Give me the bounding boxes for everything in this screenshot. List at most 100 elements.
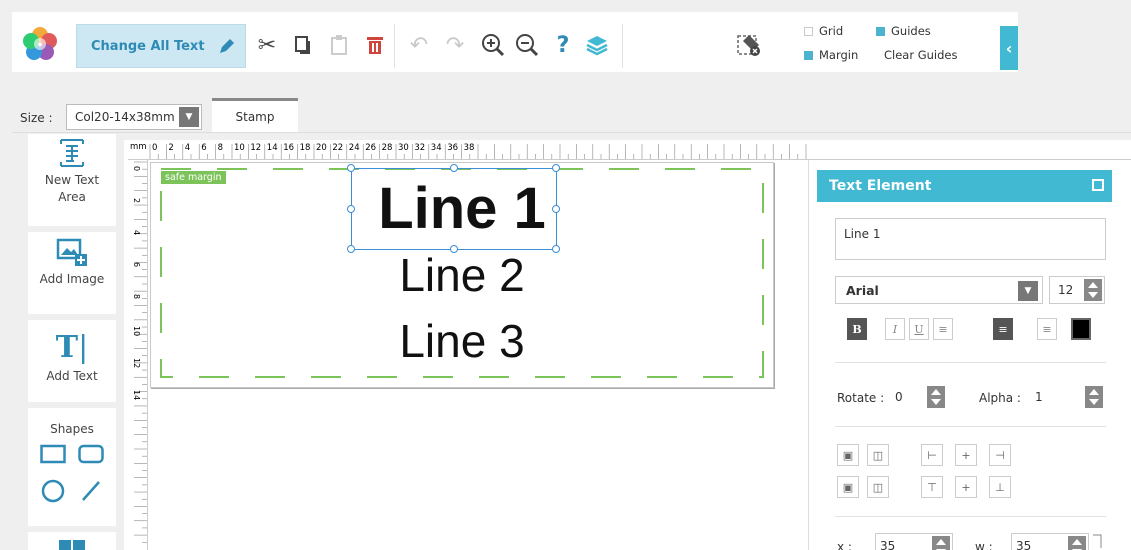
resize-handle-e[interactable] bbox=[552, 205, 560, 213]
zoom-in-icon[interactable] bbox=[478, 30, 508, 60]
text-element-header: Text Element bbox=[817, 170, 1112, 202]
resize-handle-n[interactable] bbox=[450, 164, 458, 172]
grid-checkbox[interactable] bbox=[804, 26, 813, 36]
resize-handle-ne[interactable] bbox=[552, 164, 560, 172]
shapes-label: Shapes bbox=[50, 422, 94, 436]
align-vertical-center-icon[interactable]: + bbox=[955, 476, 977, 498]
text-color-swatch[interactable] bbox=[1071, 318, 1091, 340]
rotate-value: 0 bbox=[895, 390, 903, 404]
w-field[interactable]: 35 bbox=[1011, 533, 1089, 550]
redo-icon[interactable]: ↷ bbox=[440, 30, 470, 60]
ruler-tick-label: 18 bbox=[300, 143, 311, 153]
layers-icon[interactable] bbox=[582, 30, 612, 60]
panel-title: Text Element bbox=[829, 178, 932, 194]
ruler-tick-label: 2 bbox=[168, 143, 173, 153]
align-right-button[interactable]: ≡ bbox=[1037, 318, 1057, 340]
add-text-button[interactable]: T| Add Text bbox=[28, 320, 116, 402]
x-spinner-icon[interactable] bbox=[932, 536, 950, 550]
w-label: w : bbox=[975, 540, 993, 550]
ruler-tick-label: 6 bbox=[201, 143, 206, 153]
dock-panel-icon[interactable] bbox=[1092, 179, 1104, 191]
margin-checkbox[interactable] bbox=[804, 50, 813, 60]
resize-handle-sw[interactable] bbox=[347, 245, 355, 253]
align-top-edge-icon[interactable]: ⊤ bbox=[921, 476, 943, 498]
ruler-tick-label: 38 bbox=[464, 143, 475, 153]
margin-toggle[interactable]: Margin bbox=[804, 48, 858, 62]
change-all-text-button[interactable]: Change All Text bbox=[76, 24, 246, 68]
stamp-line-2[interactable]: Line 2 bbox=[151, 247, 773, 303]
ruler-tick-label: 24 bbox=[349, 143, 360, 153]
clear-format-icon[interactable] bbox=[734, 30, 764, 60]
delete-icon[interactable] bbox=[360, 30, 390, 60]
resize-handle-s[interactable] bbox=[450, 245, 458, 253]
selection-box[interactable] bbox=[347, 164, 560, 253]
w-spinner-icon[interactable] bbox=[1068, 536, 1086, 550]
rotate-field[interactable]: 0 bbox=[891, 384, 951, 410]
new-text-area-label: New Text Area bbox=[44, 173, 100, 204]
chevron-down-icon: ▼ bbox=[1018, 281, 1038, 301]
align-left-edge-icon[interactable]: ⊢ bbox=[921, 444, 943, 466]
x-value: 35 bbox=[880, 539, 896, 550]
ruler-tick-label: 4 bbox=[132, 230, 141, 235]
ruler-tick-label: 10 bbox=[132, 326, 141, 336]
undo-icon[interactable]: ↶ bbox=[404, 30, 434, 60]
rectangle-shape-icon[interactable] bbox=[40, 444, 66, 464]
send-backward-icon[interactable]: ◫ bbox=[867, 444, 889, 466]
stamp-canvas[interactable]: safe margin Line 1 Line 2 Line 3 bbox=[150, 162, 774, 388]
guides-checkbox[interactable] bbox=[876, 26, 885, 36]
pencil-icon bbox=[219, 39, 234, 53]
align-left-button[interactable]: ≡ bbox=[933, 318, 953, 340]
add-image-label: Add Image bbox=[39, 272, 105, 286]
line-shape-icon[interactable] bbox=[78, 478, 104, 504]
help-icon[interactable]: ? bbox=[548, 30, 578, 60]
ruler-tick-label: 30 bbox=[398, 143, 409, 153]
tab-stamp[interactable]: Stamp bbox=[212, 98, 298, 132]
paste-icon[interactable] bbox=[324, 30, 354, 60]
grid-toggle[interactable]: Grid bbox=[804, 24, 843, 38]
align-left-icon: ≡ bbox=[938, 322, 948, 336]
lock-ratio-icon[interactable] bbox=[1093, 534, 1103, 548]
stamp-line-3[interactable]: Line 3 bbox=[151, 313, 773, 369]
add-image-button[interactable]: Add Image bbox=[28, 232, 116, 314]
bring-forward-icon[interactable]: ▣ bbox=[837, 444, 859, 466]
chevron-down-icon: ▼ bbox=[179, 107, 199, 127]
zoom-out-icon[interactable] bbox=[512, 30, 542, 60]
circle-shape-icon[interactable] bbox=[40, 478, 66, 504]
align-center-button[interactable]: ≡ bbox=[993, 318, 1013, 340]
alpha-label: Alpha : bbox=[979, 391, 1021, 405]
align-center-icon: ≡ bbox=[998, 322, 1008, 336]
resize-handle-w[interactable] bbox=[347, 205, 355, 213]
font-size-stepper[interactable]: 12 bbox=[1049, 276, 1105, 304]
new-text-area-button[interactable]: New Text Area bbox=[28, 134, 116, 226]
send-to-back-icon[interactable]: ◫ bbox=[867, 476, 889, 498]
resize-handle-nw[interactable] bbox=[347, 164, 355, 172]
bold-button[interactable]: B bbox=[847, 318, 867, 340]
italic-button[interactable]: I bbox=[885, 318, 905, 340]
align-bottom-edge-icon[interactable]: ⊥ bbox=[989, 476, 1011, 498]
x-field[interactable]: 35 bbox=[875, 533, 953, 550]
ruler-tick-label: 6 bbox=[132, 262, 141, 267]
underline-button[interactable]: U bbox=[909, 318, 929, 340]
guides-toggle[interactable]: Guides bbox=[876, 24, 931, 38]
align-horizontal-center-icon[interactable]: + bbox=[955, 444, 977, 466]
cut-icon[interactable]: ✂ bbox=[252, 30, 282, 60]
text-area-icon bbox=[60, 139, 84, 167]
more-tools-button[interactable] bbox=[28, 532, 116, 550]
rotate-spinner-icon[interactable] bbox=[927, 386, 945, 408]
align-right-edge-icon[interactable]: ⊣ bbox=[989, 444, 1011, 466]
copy-icon[interactable] bbox=[288, 30, 318, 60]
spinner-icon[interactable] bbox=[1084, 279, 1102, 301]
resize-handle-se[interactable] bbox=[552, 245, 560, 253]
font-family-select[interactable]: Arial ▼ bbox=[835, 276, 1043, 304]
app-logo-icon[interactable] bbox=[22, 26, 58, 62]
alpha-field[interactable]: 1 bbox=[1031, 384, 1105, 410]
size-select[interactable]: Col20-14x38mm ▼ bbox=[66, 104, 202, 130]
guides-label: Guides bbox=[891, 24, 931, 38]
text-content-field[interactable]: Line 1 bbox=[835, 218, 1106, 260]
alpha-spinner-icon[interactable] bbox=[1085, 386, 1103, 408]
rounded-rectangle-shape-icon[interactable] bbox=[78, 444, 104, 464]
bring-to-front-icon[interactable]: ▣ bbox=[837, 476, 859, 498]
clear-guides-link[interactable]: Clear Guides bbox=[884, 48, 958, 62]
font-value: Arial bbox=[846, 282, 879, 298]
collapse-toolbar-button[interactable]: ‹ bbox=[1000, 26, 1018, 70]
